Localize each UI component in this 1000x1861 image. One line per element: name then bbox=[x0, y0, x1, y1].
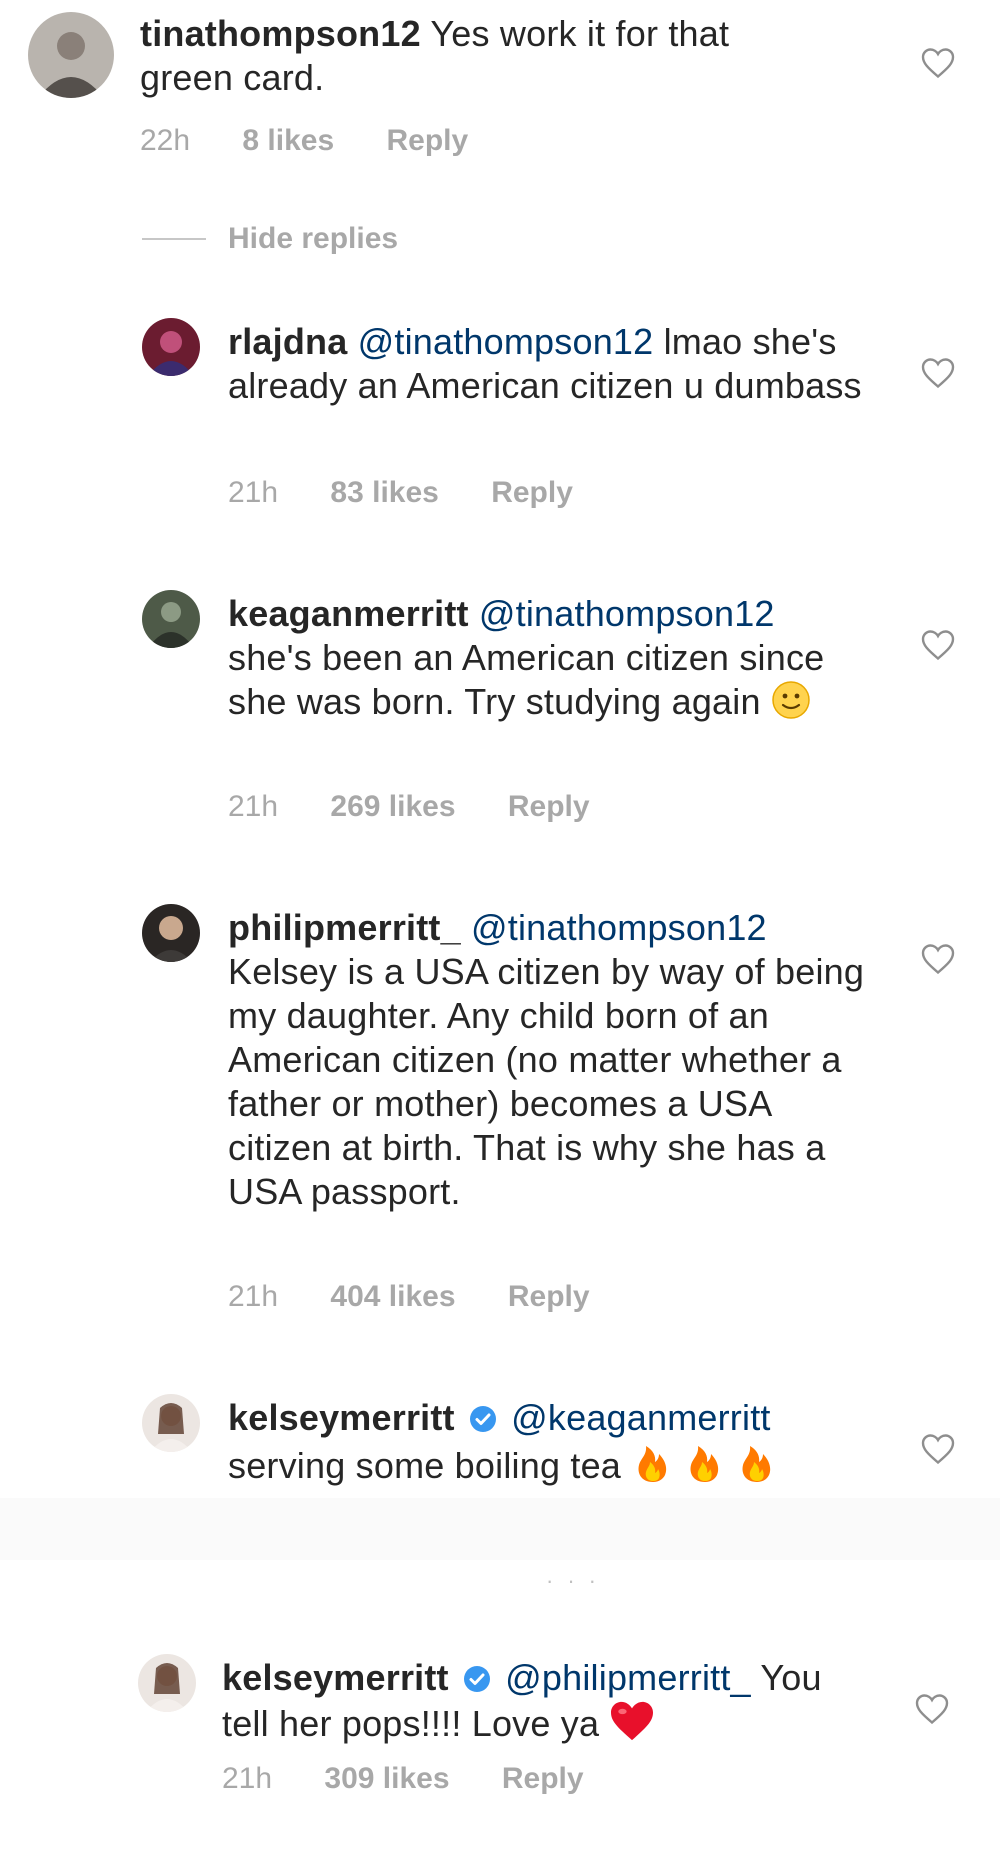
heart-outline-icon[interactable] bbox=[920, 628, 956, 662]
verified-badge-icon bbox=[469, 1399, 497, 1432]
comment-body: rlajdna @tinathompson12 lmao she's alrea… bbox=[228, 320, 868, 408]
comment-meta: 21h 83 likes Reply bbox=[228, 476, 573, 510]
heart-outline-icon[interactable] bbox=[920, 356, 956, 390]
username[interactable]: rlajdna bbox=[228, 321, 347, 362]
username[interactable]: kelseymerritt bbox=[222, 1657, 449, 1698]
comment-meta: 21h 269 likes Reply bbox=[228, 790, 590, 824]
likes-count[interactable]: 269 likes bbox=[330, 790, 455, 824]
comment-meta: 21h 309 likes Reply bbox=[222, 1762, 584, 1796]
timestamp: 21h bbox=[228, 1280, 279, 1313]
avatar[interactable] bbox=[142, 590, 200, 648]
timestamp: 21h bbox=[228, 790, 279, 823]
comment-text: serving some boiling tea bbox=[228, 1445, 622, 1486]
comment-body: tinathompson12 Yes work it for that gree… bbox=[140, 12, 820, 100]
verified-badge-icon bbox=[463, 1659, 491, 1692]
reply-button[interactable]: Reply bbox=[508, 790, 590, 824]
heart-outline-icon[interactable] bbox=[920, 46, 956, 80]
likes-count[interactable]: 309 likes bbox=[324, 1762, 449, 1796]
comment-text: she's been an American citizen since she… bbox=[228, 637, 825, 722]
comment-body: philipmerritt_ @tinathompson12 Kelsey is… bbox=[228, 906, 868, 1214]
hide-replies-line bbox=[142, 238, 206, 240]
reply-button[interactable]: Reply bbox=[491, 476, 573, 510]
avatar[interactable] bbox=[142, 1394, 200, 1452]
timestamp: 21h bbox=[222, 1762, 273, 1795]
heart-outline-icon[interactable] bbox=[914, 1692, 950, 1726]
section-divider bbox=[0, 1498, 1000, 1560]
comment-meta: 22h 8 likes Reply bbox=[140, 124, 468, 158]
comment-body: kelseymerritt @keaganmerritt serving som… bbox=[228, 1396, 868, 1494]
avatar[interactable] bbox=[138, 1654, 196, 1712]
slightly-smiling-face-icon bbox=[771, 680, 811, 730]
username[interactable]: philipmerritt_ bbox=[228, 907, 461, 948]
reply-button[interactable]: Reply bbox=[508, 1280, 590, 1314]
comment-text: Kelsey is a USA citizen by way of being … bbox=[228, 951, 865, 1212]
comment-body: keaganmerritt @tinathompson12 she's been… bbox=[228, 592, 868, 730]
mention-link[interactable]: @tinathompson12 bbox=[358, 321, 654, 362]
likes-count[interactable]: 83 likes bbox=[330, 476, 438, 510]
reply-button[interactable]: Reply bbox=[502, 1762, 584, 1796]
heart-outline-icon[interactable] bbox=[920, 942, 956, 976]
avatar[interactable] bbox=[142, 318, 200, 376]
mention-link[interactable]: @tinathompson12 bbox=[479, 593, 775, 634]
fire-icon bbox=[638, 1446, 667, 1482]
heart-outline-icon[interactable] bbox=[920, 1432, 956, 1466]
likes-count[interactable]: 404 likes bbox=[330, 1280, 455, 1314]
mention-link[interactable]: @keaganmerritt bbox=[511, 1397, 770, 1438]
mention-link[interactable]: @philipmerritt_ bbox=[505, 1657, 751, 1698]
likes-count[interactable]: 8 likes bbox=[242, 124, 334, 158]
comment-meta: 21h 404 likes Reply bbox=[228, 1280, 590, 1314]
username[interactable]: tinathompson12 bbox=[140, 13, 421, 54]
timestamp: 22h bbox=[140, 124, 191, 157]
reply-button[interactable]: Reply bbox=[387, 124, 469, 158]
fire-icon-group bbox=[631, 1440, 787, 1494]
comment-body: kelseymerritt @philipmerritt_ You tell h… bbox=[222, 1656, 872, 1752]
username[interactable]: kelseymerritt bbox=[228, 1397, 455, 1438]
username[interactable]: keaganmerritt bbox=[228, 593, 469, 634]
red-heart-icon bbox=[609, 1700, 655, 1752]
hide-replies-button[interactable]: Hide replies bbox=[228, 222, 398, 256]
timestamp: 21h bbox=[228, 476, 279, 509]
mention-link[interactable]: @tinathompson12 bbox=[471, 907, 767, 948]
loading-dots-icon: ··· bbox=[546, 1568, 610, 1593]
avatar[interactable] bbox=[28, 12, 114, 98]
avatar[interactable] bbox=[142, 904, 200, 962]
